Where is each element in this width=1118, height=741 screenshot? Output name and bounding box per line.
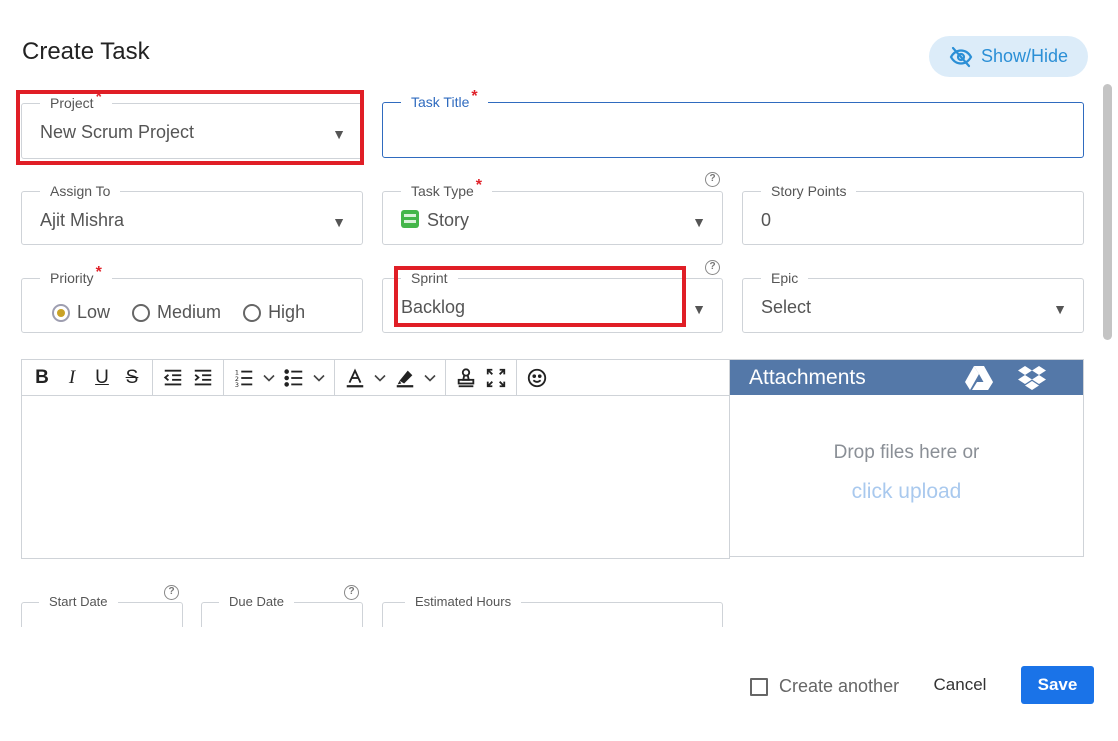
stamp-icon[interactable] [452, 364, 480, 392]
priority-high-label: High [268, 302, 306, 322]
editor-content-area[interactable] [22, 396, 729, 559]
project-select[interactable]: Project * New Scrum Project ▼ [21, 90, 363, 159]
story-points-label: Story Points [761, 183, 857, 199]
attachments-panel[interactable]: Attachments Drop files here or click upl… [730, 359, 1084, 557]
font-color-icon[interactable] [341, 364, 369, 392]
assign-to-label: Assign To [40, 183, 121, 199]
click-upload-link[interactable]: click upload [730, 480, 1083, 504]
task-type-value: Story [401, 210, 469, 230]
estimated-hours-input[interactable]: Estimated Hours [382, 594, 723, 627]
radio-icon [243, 303, 262, 322]
google-drive-icon[interactable] [964, 365, 994, 391]
epic-select[interactable]: Epic Select ▼ [742, 270, 1084, 333]
numbered-list-icon[interactable]: 123 [230, 364, 258, 392]
due-date-label: Due Date [219, 594, 294, 610]
story-points-input[interactable]: Story Points 0 [742, 183, 1084, 245]
priority-low-radio[interactable]: Low [52, 302, 110, 323]
sprint-value: Backlog [401, 297, 466, 317]
epic-value: Select [761, 297, 812, 317]
emoji-icon[interactable] [523, 364, 551, 392]
drop-files-text: Drop files here or [833, 442, 980, 463]
chevron-down-icon: ▼ [1053, 301, 1067, 317]
description-editor[interactable]: B I U S 123 [21, 359, 730, 559]
outdent-icon[interactable] [159, 364, 187, 392]
required-mark: * [95, 264, 102, 281]
eye-off-icon [949, 46, 973, 67]
fullscreen-icon[interactable] [482, 364, 510, 392]
italic-icon[interactable]: I [58, 364, 86, 392]
priority-label: Priority * [40, 265, 112, 286]
project-value: New Scrum Project [40, 122, 195, 142]
radio-icon [132, 303, 151, 322]
chevron-down-icon[interactable] [421, 371, 439, 385]
chevron-down-icon[interactable] [371, 371, 389, 385]
checkbox-icon [750, 677, 768, 696]
start-date-input[interactable]: Start Date [21, 594, 183, 627]
epic-label: Epic [761, 270, 809, 286]
task-title-label: Task Title * [401, 89, 488, 110]
assign-to-value: Ajit Mishra [40, 210, 125, 230]
highlighter-icon[interactable] [391, 364, 419, 392]
start-date-label: Start Date [39, 594, 118, 610]
underline-icon[interactable]: U [88, 364, 116, 392]
story-icon [401, 210, 419, 228]
priority-high-radio[interactable]: High [243, 302, 305, 323]
chevron-down-icon[interactable] [260, 371, 278, 385]
chevron-down-icon: ▼ [692, 214, 706, 230]
task-type-label: Task Type * [401, 178, 493, 199]
sprint-label: Sprint [401, 270, 458, 286]
create-another-label: Create another [779, 676, 900, 696]
save-button[interactable]: Save [1021, 666, 1094, 704]
chevron-down-icon: ▼ [332, 214, 346, 230]
dialog-title: Create Task [22, 38, 150, 65]
due-date-input[interactable]: Due Date [201, 594, 363, 627]
priority-group: Priority * Low Medium High [21, 265, 363, 333]
sprint-select[interactable]: Sprint Backlog ▼ [382, 270, 723, 333]
strikethrough-icon[interactable]: S [118, 364, 146, 392]
svg-text:3: 3 [235, 381, 239, 389]
task-title-input[interactable]: Task Title * [382, 89, 1084, 158]
required-mark: * [471, 88, 478, 105]
scroll-viewport-bottom: Start Date Due Date Estimated Hours [0, 590, 1100, 627]
show-hide-label: Show/Hide [980, 46, 1069, 66]
bold-icon[interactable]: B [28, 364, 56, 392]
priority-low-label: Low [77, 302, 111, 322]
dropbox-icon[interactable] [1017, 365, 1047, 391]
chevron-down-icon: ▼ [692, 301, 706, 317]
assign-to-select[interactable]: Assign To Ajit Mishra ▼ [21, 183, 363, 245]
cancel-button[interactable]: Cancel [922, 666, 998, 704]
priority-medium-label: Medium [157, 302, 222, 322]
show-hide-button[interactable]: Show/Hide [929, 36, 1088, 77]
task-type-select[interactable]: Task Type * Story ▼ [382, 178, 723, 245]
editor-toolbar: B I U S 123 [22, 360, 729, 396]
indent-icon[interactable] [189, 364, 217, 392]
task-type-help-icon[interactable]: ? [705, 172, 720, 187]
story-points-value: 0 [761, 210, 772, 230]
bulleted-list-icon[interactable] [280, 364, 308, 392]
estimated-hours-label: Estimated Hours [405, 594, 522, 610]
scrollbar[interactable] [1103, 84, 1112, 340]
project-label: Project * [40, 90, 112, 111]
priority-medium-radio[interactable]: Medium [132, 302, 221, 323]
sprint-help-icon[interactable]: ? [705, 260, 720, 275]
chevron-down-icon[interactable] [310, 371, 328, 385]
radio-selected-icon [52, 303, 70, 322]
attachments-header: Attachments [730, 360, 1083, 395]
chevron-down-icon: ▼ [332, 126, 346, 142]
required-mark: * [475, 177, 483, 194]
attachments-title: Attachments [749, 365, 866, 389]
required-mark: * [95, 89, 102, 106]
create-another-checkbox[interactable]: Create another [750, 676, 899, 697]
